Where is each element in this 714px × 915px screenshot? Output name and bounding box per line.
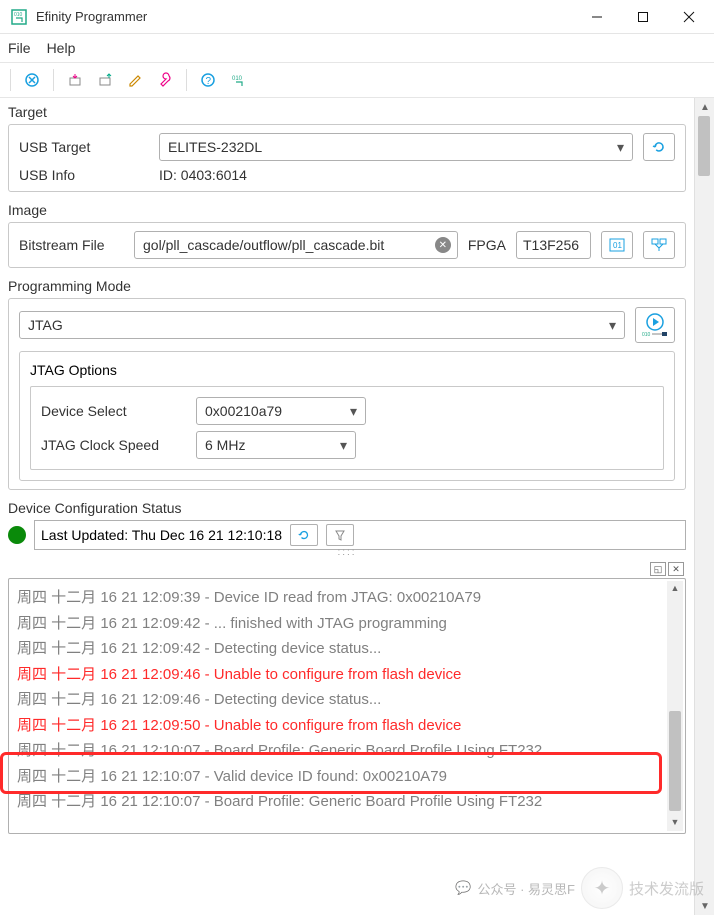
target-section-label: Target <box>8 104 686 120</box>
clock-speed-label: JTAG Clock Speed <box>41 437 186 453</box>
menubar: File Help <box>0 34 714 62</box>
window-title: Efinity Programmer <box>36 9 574 24</box>
clock-speed-dropdown[interactable]: 6 MHz ▾ <box>196 431 356 459</box>
menu-help[interactable]: Help <box>47 40 76 56</box>
log-line: 周四 十二月 16 21 12:10:07 - Board Profile: G… <box>17 738 681 764</box>
status-section-label: Device Configuration Status <box>8 500 686 516</box>
code-view-button[interactable]: 01 <box>601 231 633 259</box>
usb-info-value: ID: 0403:6014 <box>159 167 247 183</box>
watermark: 💬 公众号 · 易灵思F ✦ 技术发流版 <box>455 867 704 909</box>
jtag-options-panel: JTAG Options Device Select 0x00210a79 ▾ … <box>19 351 675 481</box>
device-select-dropdown[interactable]: 0x00210a79 ▾ <box>196 397 366 425</box>
image-section-label: Image <box>8 202 686 218</box>
svg-text:010: 010 <box>232 76 243 82</box>
status-row: Last Updated: Thu Dec 16 21 12:10:18 <box>8 520 686 550</box>
toolbar: ? 010 <box>0 62 714 98</box>
scroll-up-icon[interactable]: ▲ <box>695 98 714 116</box>
log-scrollbar[interactable]: ▲ ▼ <box>667 581 683 831</box>
combine-button[interactable] <box>643 231 675 259</box>
chip-import-icon[interactable] <box>62 67 88 93</box>
bitstream-label: Bitstream File <box>19 237 124 253</box>
scroll-up-icon[interactable]: ▲ <box>667 581 683 597</box>
svg-text:?: ? <box>206 76 212 87</box>
help-icon[interactable]: ? <box>195 67 221 93</box>
wrench-icon[interactable] <box>152 67 178 93</box>
target-panel: USB Target ELITES-232DL ▾ USB Info ID: 0… <box>8 124 686 192</box>
menu-file[interactable]: File <box>8 40 31 56</box>
chip-export-icon[interactable] <box>92 67 118 93</box>
jtag-options-title: JTAG Options <box>30 362 664 378</box>
close-button[interactable] <box>666 1 712 33</box>
refresh-status-button[interactable] <box>290 524 318 546</box>
mode-section-label: Programming Mode <box>8 278 686 294</box>
scroll-down-icon[interactable]: ▼ <box>667 815 683 831</box>
log-line: 周四 十二月 16 21 12:09:46 - Unable to config… <box>17 662 681 688</box>
minimize-button[interactable] <box>574 1 620 33</box>
log-line: 周四 十二月 16 21 12:09:39 - Device ID read f… <box>17 585 681 611</box>
usb-info-label: USB Info <box>19 167 149 183</box>
clear-icon[interactable]: ✕ <box>435 237 451 253</box>
log-line: 周四 十二月 16 21 12:09:42 - Detecting device… <box>17 636 681 662</box>
status-indicator-icon <box>8 526 26 544</box>
titlebar: 010 Efinity Programmer <box>0 0 714 34</box>
close-pane-button[interactable]: ✕ <box>668 562 684 576</box>
bitstream-file-input[interactable]: gol/pll_cascade/outflow/pll_cascade.bit … <box>134 231 458 259</box>
log-panel: 周四 十二月 16 21 12:09:39 - Device ID read f… <box>8 578 686 834</box>
splitter[interactable]: :::: <box>8 550 686 560</box>
log-line: 周四 十二月 16 21 12:09:42 - ... finished wit… <box>17 611 681 637</box>
main-scrollbar[interactable]: ▲ ▼ <box>694 98 714 915</box>
refresh-usb-button[interactable] <box>643 133 675 161</box>
mode-panel: JTAG ▾ 010 JTAG Options Device Select 0x… <box>8 298 686 490</box>
binary-icon[interactable]: 010 <box>225 67 251 93</box>
log-line: 周四 十二月 16 21 12:09:50 - Unable to config… <box>17 713 681 739</box>
chevron-down-icon: ▾ <box>340 437 347 454</box>
device-select-label: Device Select <box>41 403 186 419</box>
filter-status-button[interactable] <box>326 524 354 546</box>
svg-text:010: 010 <box>642 332 651 337</box>
chevron-down-icon: ▾ <box>350 403 357 420</box>
app-icon: 010 <box>10 8 28 26</box>
restore-pane-button[interactable]: ◱ <box>650 562 666 576</box>
usb-target-label: USB Target <box>19 139 149 155</box>
usb-target-dropdown[interactable]: ELITES-232DL ▾ <box>159 133 633 161</box>
image-panel: Bitstream File gol/pll_cascade/outflow/p… <box>8 222 686 268</box>
log-line: 周四 十二月 16 21 12:10:07 - Valid device ID … <box>17 764 681 790</box>
program-button[interactable]: 010 <box>635 307 675 343</box>
fpga-input[interactable]: T13F256 <box>516 231 591 259</box>
log-line: 周四 十二月 16 21 12:09:46 - Detecting device… <box>17 687 681 713</box>
chevron-down-icon: ▾ <box>617 139 624 156</box>
cancel-icon[interactable] <box>19 67 45 93</box>
log-line: 周四 十二月 16 21 12:10:07 - Board Profile: G… <box>17 789 681 815</box>
mode-dropdown[interactable]: JTAG ▾ <box>19 311 625 339</box>
status-text: Last Updated: Thu Dec 16 21 12:10:18 <box>41 527 282 543</box>
maximize-button[interactable] <box>620 1 666 33</box>
svg-text:01: 01 <box>613 241 622 250</box>
edit-icon[interactable] <box>122 67 148 93</box>
chevron-down-icon: ▾ <box>609 317 616 334</box>
fpga-label: FPGA <box>468 237 506 253</box>
svg-text:010: 010 <box>14 12 23 18</box>
